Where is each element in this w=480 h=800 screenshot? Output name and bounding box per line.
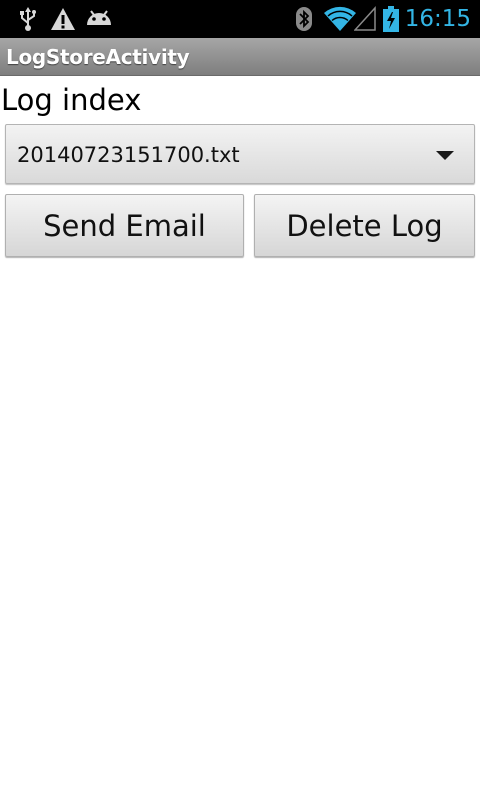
- dropdown-arrow-icon: [436, 151, 454, 160]
- app-title: LogStoreActivity: [6, 45, 190, 69]
- battery-charging-icon: [381, 0, 401, 38]
- status-time: 16:15: [404, 6, 471, 32]
- delete-log-button[interactable]: Delete Log: [254, 194, 475, 257]
- log-index-label: Log index: [1, 83, 142, 117]
- log-file-spinner[interactable]: 20140723151700.txt: [5, 124, 475, 184]
- status-bar: 16:15: [0, 0, 480, 38]
- signal-icon: [354, 0, 376, 38]
- usb-icon: [16, 0, 40, 38]
- title-bar: LogStoreActivity: [0, 38, 480, 76]
- bluetooth-icon: [295, 0, 313, 38]
- warning-icon: [50, 0, 76, 38]
- send-email-button[interactable]: Send Email: [5, 194, 244, 257]
- spinner-selected-value: 20140723151700.txt: [17, 143, 240, 167]
- wifi-icon: [324, 0, 356, 38]
- android-debug-icon: [84, 0, 114, 38]
